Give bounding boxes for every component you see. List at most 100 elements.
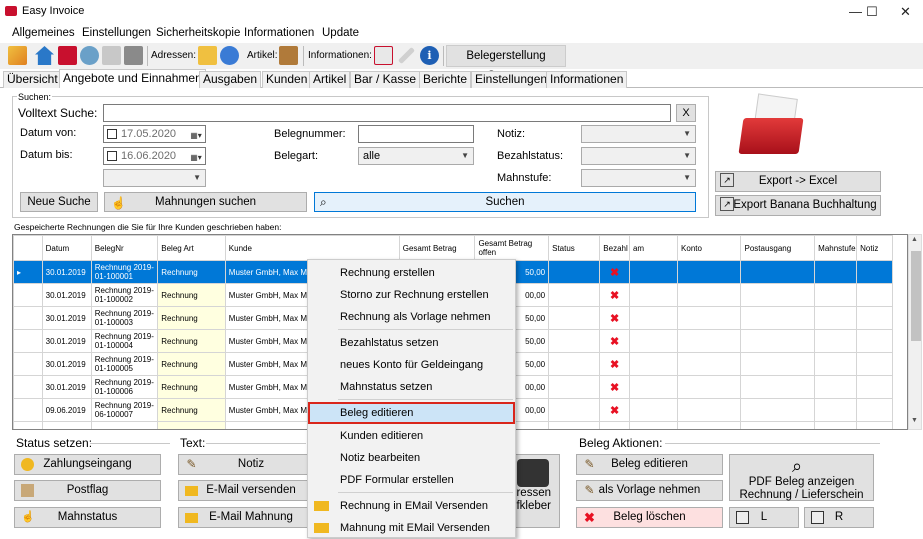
datum-von-picker[interactable]: 17.05.2020 ▦▾	[103, 125, 206, 143]
menu-sicherheitskopie[interactable]: Sicherheitskopie	[156, 27, 240, 39]
column-header[interactable]: Datum	[41, 235, 92, 261]
tab-einstellungen[interactable]: Einstellungen	[471, 71, 552, 88]
menu-item-rechnung-erstellen[interactable]: Rechnung erstellen	[308, 262, 515, 284]
cell-belegart[interactable]: Rechnung	[157, 375, 226, 399]
cell-konto[interactable]	[677, 375, 742, 399]
menu-item-pdf-formular[interactable]: PDF Formular erstellen	[308, 469, 515, 491]
tab-angebote-einnahmen[interactable]: Angebote und Einnahmen	[59, 69, 206, 88]
cell-datum[interactable]: 08.04.2020	[41, 421, 92, 429]
cell-postausgang[interactable]	[740, 398, 816, 422]
tab-informationen[interactable]: Informationen	[546, 71, 628, 88]
cell-bezahl[interactable]: ✖	[599, 283, 630, 307]
calendar-dropdown-icon[interactable]: ▦▾	[189, 128, 203, 140]
cell-belegnr[interactable]: Rechnung 2019-01-100001	[90, 260, 159, 284]
column-header[interactable]: Notiz	[856, 235, 893, 261]
cell-postausgang[interactable]	[740, 283, 816, 307]
column-header[interactable]: Gesamt Betrag	[398, 235, 476, 261]
row-header[interactable]	[13, 283, 43, 307]
datum-bis-picker[interactable]: 16.06.2020 ▦▾	[103, 147, 206, 165]
cell-status[interactable]	[548, 283, 601, 307]
cell-status[interactable]	[548, 398, 601, 422]
tools-icon[interactable]	[398, 47, 415, 64]
cell-status[interactable]	[548, 306, 601, 330]
cell-postausgang[interactable]	[740, 329, 816, 353]
notiz-select[interactable]: ▼	[581, 125, 696, 143]
cell-belegnr[interactable]: Rechnung 2019-01-100006	[90, 375, 159, 399]
menu-einstellungen[interactable]: Einstellungen	[82, 27, 151, 39]
tab-ausgaben[interactable]: Ausgaben	[199, 71, 262, 88]
printer-icon[interactable]	[124, 46, 143, 65]
cell-belegnr[interactable]: Rechnung	[90, 421, 159, 429]
cell-mahnstufe[interactable]	[814, 283, 858, 307]
cell-am[interactable]	[628, 260, 679, 284]
cell-postausgang[interactable]	[740, 375, 816, 399]
cell-belegnr[interactable]: Rechnung 2019-01-100005	[90, 352, 159, 376]
column-header[interactable]: Kunde	[224, 235, 400, 261]
cell-mahnstufe[interactable]	[814, 329, 858, 353]
cell-konto[interactable]	[677, 260, 742, 284]
menu-item-mahnstatus-setzen[interactable]: Mahnstatus setzen	[308, 376, 515, 398]
tab-berichte[interactable]: Berichte	[419, 71, 472, 88]
menu-item-kunden-editieren[interactable]: Kunden editieren	[308, 425, 515, 447]
als-vorlage-button[interactable]: ✎ als Vorlage nehmen	[576, 480, 723, 501]
close-button[interactable]: ✕	[888, 0, 923, 23]
row-header[interactable]	[13, 375, 43, 399]
column-header[interactable]: Postausgang	[740, 235, 816, 261]
menu-item-neues-konto[interactable]: neues Konto für Geldeingang	[308, 354, 515, 376]
cell-belegart[interactable]: Rechnung	[157, 283, 226, 307]
cell-postausgang[interactable]	[740, 306, 816, 330]
email-mahnung-button[interactable]: E-Mail Mahnung	[178, 507, 324, 528]
row-header[interactable]	[13, 352, 43, 376]
print-right-button[interactable]: R	[804, 507, 874, 528]
scroll-down-icon[interactable]: ▼	[911, 417, 918, 424]
print-left-button[interactable]: L	[729, 507, 799, 528]
cell-mahnstufe[interactable]	[814, 421, 858, 429]
cell-notiz[interactable]	[856, 421, 893, 429]
cell-belegart[interactable]: Rechnung	[157, 260, 226, 284]
cell-konto[interactable]	[677, 283, 742, 307]
column-header[interactable]: Mahnstufe	[814, 235, 858, 261]
tab-artikel[interactable]: Artikel	[309, 71, 351, 88]
cell-postausgang[interactable]: 08.04.20	[740, 421, 816, 429]
cell-bezahl[interactable]: ✔	[599, 421, 630, 429]
article-box-icon[interactable]	[279, 46, 298, 65]
cell-datum[interactable]: 09.06.2019	[41, 398, 92, 422]
cell-mahnstufe[interactable]	[814, 375, 858, 399]
tab-kunden[interactable]: Kunden	[262, 71, 312, 88]
cell-belegart[interactable]: Rechnung	[157, 306, 226, 330]
cell-datum[interactable]: 30.01.2019	[41, 283, 92, 307]
menu-allgemeines[interactable]: Allgemeines	[12, 27, 75, 39]
cell-status[interactable]	[548, 421, 601, 429]
row-header[interactable]	[13, 306, 43, 330]
bezahlstatus-select[interactable]: ▼	[581, 147, 696, 165]
cell-mahnstufe[interactable]	[814, 398, 858, 422]
cell-am[interactable]	[628, 329, 679, 353]
menu-item-beleg-editieren[interactable]: Beleg editieren	[308, 402, 515, 424]
column-header[interactable]: Bezahl	[599, 235, 630, 261]
cell-bezahl[interactable]: ✖	[599, 352, 630, 376]
cell-belegnr[interactable]: Rechnung 2019-01-100002	[90, 283, 159, 307]
belegart-select[interactable]: alle ▼	[358, 147, 474, 165]
datum-bis-checkbox[interactable]	[107, 151, 117, 161]
cell-notiz[interactable]	[856, 283, 893, 307]
cell-belegart[interactable]: Rechnung	[157, 329, 226, 353]
invoice-folder-icon[interactable]	[58, 46, 77, 65]
clear-search-button[interactable]: X	[676, 104, 696, 122]
info-icon[interactable]: i	[420, 46, 439, 65]
add-address-icon[interactable]	[198, 46, 217, 65]
belegnummer-input[interactable]	[358, 125, 474, 143]
cell-belegart[interactable]: Rechnung	[157, 352, 226, 376]
cell-am[interactable]	[628, 283, 679, 307]
beleg-editieren-button[interactable]: ✎ Beleg editieren	[576, 454, 723, 475]
cell-datum[interactable]: 30.01.2019	[41, 352, 92, 376]
column-header[interactable]: Status	[548, 235, 601, 261]
cell-bezahl[interactable]: ✖	[599, 329, 630, 353]
neue-suche-button[interactable]: Neue Suche	[20, 192, 98, 212]
cell-konto[interactable]	[677, 329, 742, 353]
pdf-icon[interactable]	[374, 46, 393, 65]
home-icon[interactable]	[35, 46, 54, 65]
cell-mahnstufe[interactable]	[814, 352, 858, 376]
cell-postausgang[interactable]	[740, 260, 816, 284]
vertical-scrollbar[interactable]: ▲ ▼	[908, 234, 922, 430]
menu-item-als-vorlage[interactable]: Rechnung als Vorlage nehmen	[308, 306, 515, 328]
